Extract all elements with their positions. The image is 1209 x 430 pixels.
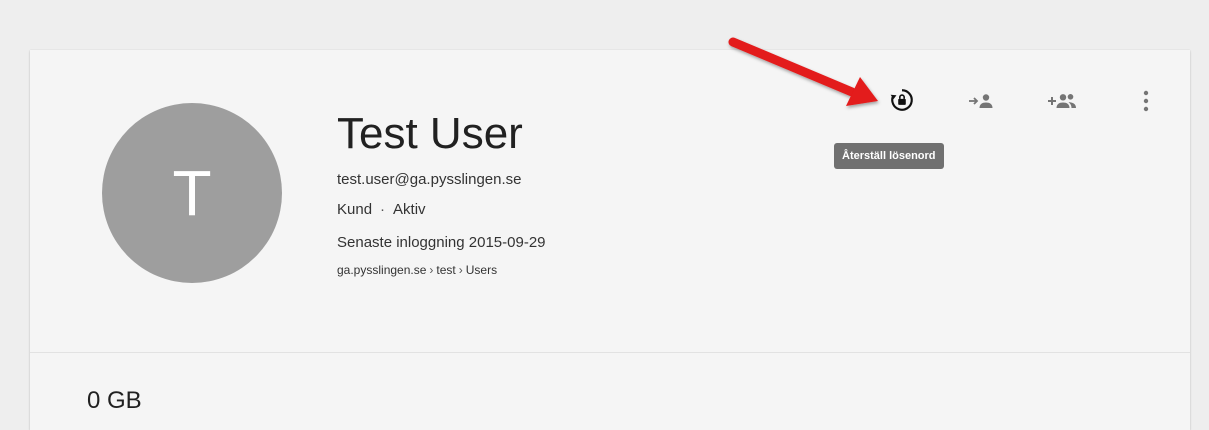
avatar-letter: T: [172, 157, 212, 229]
breadcrumb-item[interactable]: test: [436, 263, 455, 277]
user-role: Kund: [337, 201, 373, 218]
user-status: Aktiv: [393, 201, 426, 218]
more-vert-icon: [1143, 90, 1149, 112]
avatar: T: [102, 103, 282, 283]
breadcrumb-separator: ›: [458, 263, 463, 277]
storage-usage: 0 GB: [87, 387, 142, 414]
lock-reset-icon: [890, 89, 913, 111]
user-email: test.user@ga.pysslingen.se: [337, 171, 522, 188]
person-arrow-icon: [969, 94, 993, 108]
divider: [30, 352, 1190, 353]
breadcrumb-item[interactable]: ga.pysslingen.se: [337, 263, 426, 277]
user-info: Test User test.user@ga.pysslingen.se Kun…: [337, 108, 546, 279]
add-users-button[interactable]: [1043, 81, 1083, 121]
assign-user-button[interactable]: [962, 81, 1002, 121]
breadcrumb-item[interactable]: Users: [466, 263, 497, 277]
user-name: Test User: [337, 109, 523, 158]
reset-password-button[interactable]: [882, 80, 922, 120]
more-options-button[interactable]: [1126, 81, 1166, 121]
breadcrumb: ga.pysslingen.se › test › Users: [337, 261, 546, 279]
group-add-icon: [1048, 94, 1076, 108]
user-card: T Test User test.user@ga.pysslingen.se K…: [30, 50, 1190, 430]
last-login: Senaste inloggning 2015-09-29: [337, 234, 546, 251]
breadcrumb-separator: ›: [429, 263, 434, 277]
status-separator: ·: [380, 201, 386, 218]
user-status-line: Kund · Aktiv: [337, 200, 546, 220]
tooltip: Återställ lösenord: [834, 143, 944, 169]
